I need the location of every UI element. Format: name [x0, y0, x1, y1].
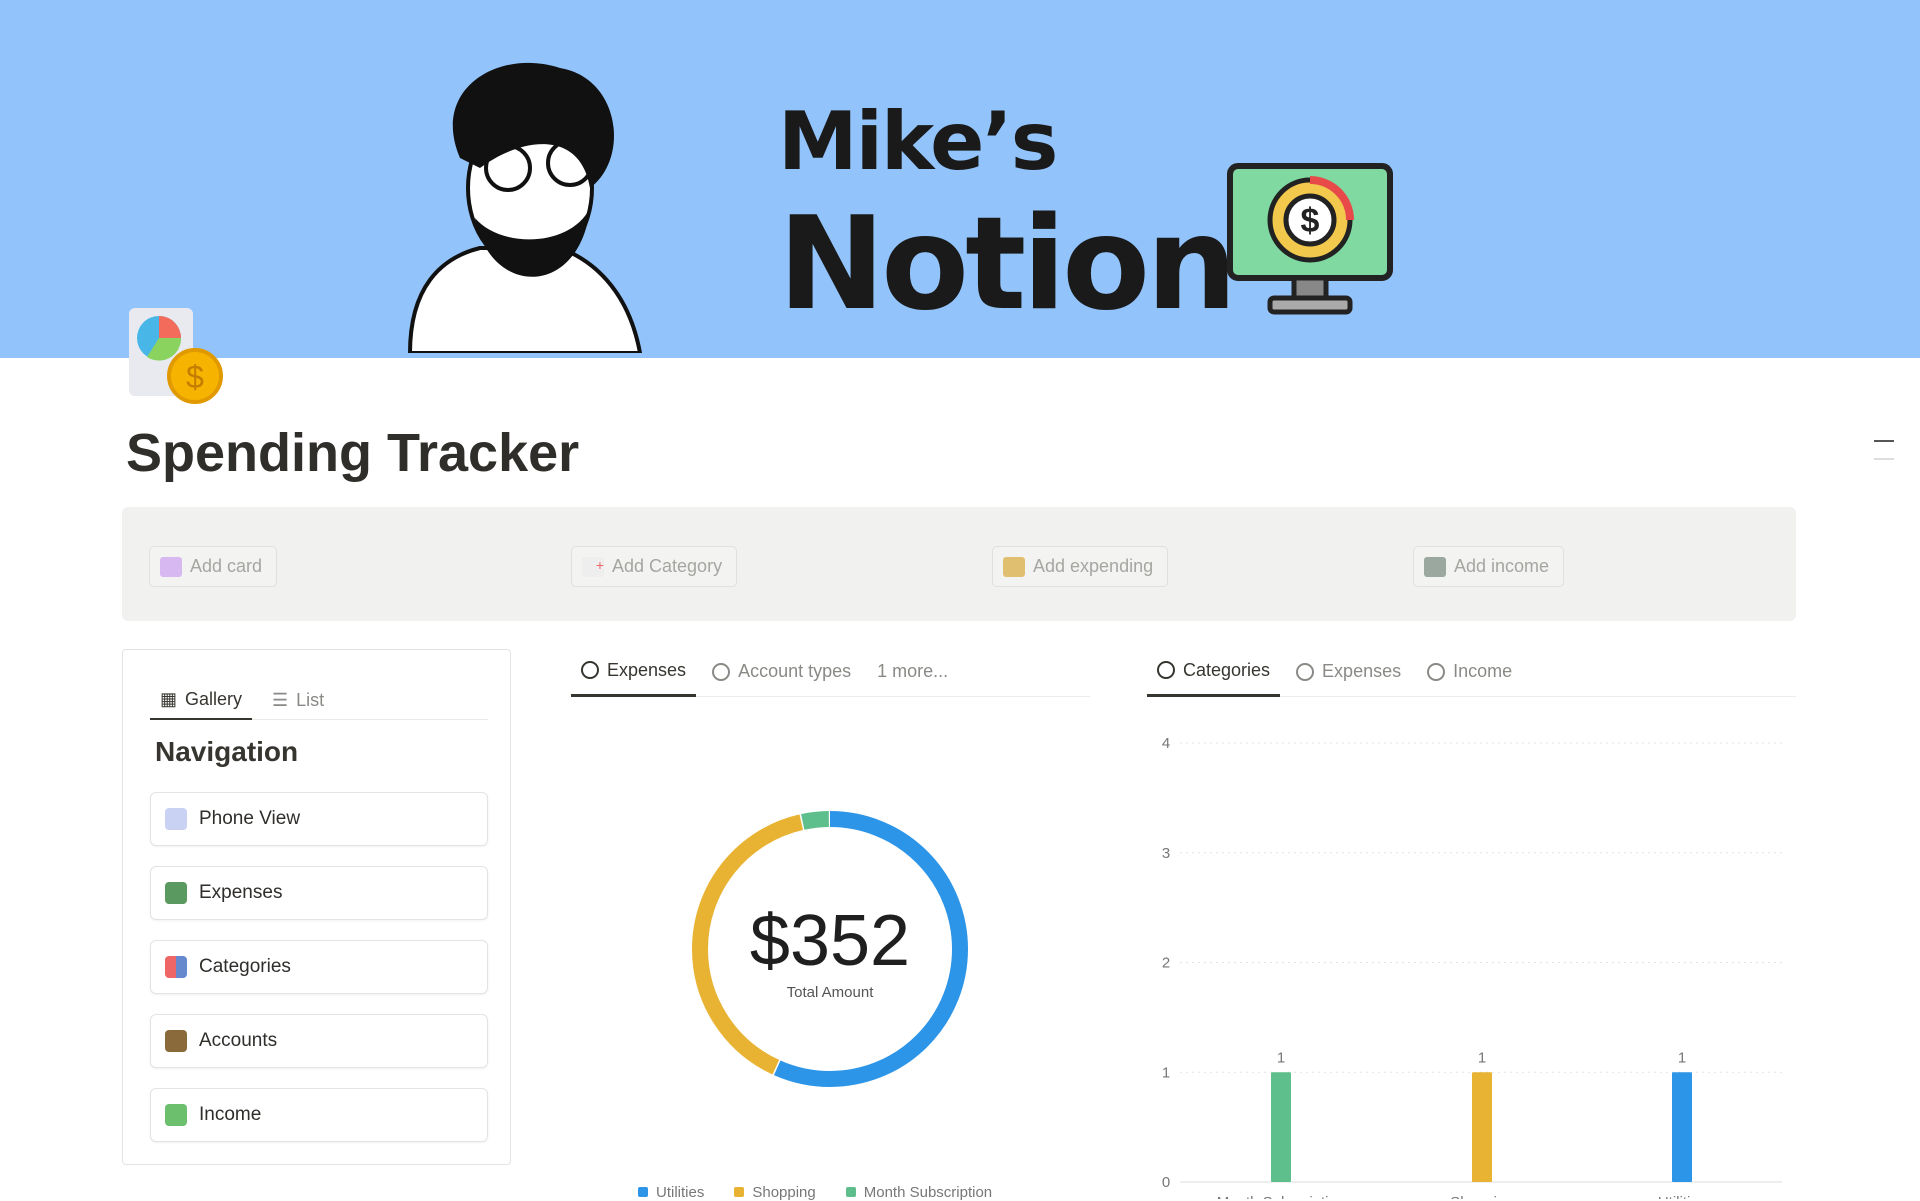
tab-expenses[interactable]: Expenses	[571, 646, 697, 697]
categories-bar-chart: 0 1 2 3 4 1 Month Subscription 1 Shopping 1 Utilit…	[1162, 735, 1782, 1199]
pie-chart-icon	[1157, 661, 1175, 679]
nav-label: Accounts	[199, 1030, 278, 1051]
nav-item-income[interactable]: Income	[150, 1088, 488, 1142]
legend-month-subscription[interactable]: Month Subscription	[845, 1184, 993, 1201]
svg-text:$: $	[186, 359, 204, 395]
tab-list[interactable]: ☰ List	[262, 680, 334, 720]
nav-item-categories[interactable]: Categories	[150, 940, 488, 994]
bar-utilities[interactable]	[1672, 1072, 1692, 1182]
nav-label: Expenses	[199, 882, 283, 903]
y-tick-label: 1	[1162, 1064, 1170, 1081]
pie-chart-icon	[1427, 662, 1446, 681]
tab-expenses-right[interactable]: Expenses	[1286, 646, 1411, 697]
list-icon: ☰	[272, 689, 289, 710]
legend-utilities[interactable]: Utilities	[638, 1184, 704, 1201]
navigation-heading: Navigation	[155, 736, 299, 767]
cover-banner: Mike’s Notion $	[0, 0, 1920, 358]
tab-label: Expenses	[1322, 661, 1402, 681]
banner-title-line2: Notion	[778, 190, 1237, 339]
pie-chart-icon	[581, 661, 599, 679]
categories-chart-tabs: Categories Expenses Income	[1147, 646, 1796, 697]
legend-label: Utilities	[656, 1184, 705, 1201]
y-tick-label: 3	[1162, 845, 1170, 862]
tab-label: Gallery	[185, 688, 243, 709]
x-tick-label: Month Subscription	[1217, 1194, 1345, 1199]
tab-gallery[interactable]: ▦ Gallery	[150, 680, 253, 720]
tab-categories[interactable]: Categories	[1147, 646, 1281, 697]
tab-label: Expenses	[607, 659, 687, 680]
tab-income[interactable]: Income	[1417, 646, 1522, 697]
y-tick-label: 4	[1162, 735, 1170, 752]
data-label: 1	[1678, 1049, 1686, 1066]
tab-more[interactable]: 1 more...	[867, 646, 958, 697]
tab-label: Account types	[738, 661, 852, 681]
add-card-button[interactable]: Add card	[149, 546, 278, 587]
y-tick-label: 2	[1162, 955, 1170, 972]
navigation-panel: ▦ Gallery ☰ List Navigation Phone View Exp…	[122, 649, 511, 1165]
expenses-chart-tabs: Expenses Account types 1 more...	[571, 646, 1090, 697]
nav-label: Phone View	[199, 808, 301, 829]
pie-chart-icon	[1296, 662, 1315, 681]
total-amount: $352	[749, 901, 911, 981]
tab-label: Categories	[1183, 659, 1271, 680]
phone-icon	[165, 808, 187, 830]
tab-account-types[interactable]: Account types	[702, 646, 861, 697]
expenses-icon	[165, 882, 187, 904]
add-expending-button[interactable]: Add expending	[992, 546, 1169, 587]
grid-icon: ▦	[160, 688, 178, 709]
add-category-button[interactable]: + Add Category	[571, 546, 738, 587]
donut-center: $352 Total Amount	[730, 900, 930, 1001]
quick-actions-bar: Add card + Add Category Add expending Add…	[122, 507, 1796, 621]
nav-item-accounts[interactable]: Accounts	[150, 1014, 488, 1068]
data-label: 1	[1478, 1049, 1486, 1066]
tab-label: 1 more...	[877, 661, 949, 681]
button-label: Add income	[1454, 556, 1550, 576]
shapes-icon	[165, 956, 187, 978]
tab-label: List	[296, 689, 325, 710]
page-icon: $	[129, 308, 223, 404]
bank-icon	[165, 1030, 187, 1052]
legend-shopping[interactable]: Shopping	[734, 1184, 816, 1201]
nav-item-expenses[interactable]: Expenses	[150, 866, 488, 920]
credit-card-icon	[160, 556, 182, 577]
y-tick-label: 0	[1162, 1174, 1170, 1191]
x-tick-label: Utilities	[1658, 1194, 1706, 1199]
nav-label: Income	[199, 1104, 262, 1125]
page-title: Spending Tracker	[126, 423, 580, 483]
button-label: Add Category	[612, 556, 723, 576]
add-income-button[interactable]: Add income	[1413, 546, 1565, 587]
pie-chart-icon	[712, 662, 731, 681]
tab-label: Income	[1453, 661, 1513, 681]
nav-item-phone-view[interactable]: Phone View	[150, 792, 488, 846]
table-of-contents-icon[interactable]	[1874, 440, 1894, 476]
income-icon	[165, 1104, 187, 1126]
avatar-illustration	[407, 62, 643, 353]
nav-label: Categories	[199, 956, 291, 977]
legend-label: Shopping	[752, 1184, 816, 1201]
banner-title-line1: Mike’s	[778, 95, 1058, 188]
monitor-dollar-icon: $	[1227, 163, 1393, 315]
total-amount-label: Total Amount	[786, 984, 874, 1001]
svg-text:$: $	[1301, 202, 1320, 240]
donut-legend: Utilities Shopping Month Subscription	[638, 1184, 992, 1201]
bar-shopping[interactable]	[1472, 1072, 1492, 1182]
data-label: 1	[1277, 1049, 1285, 1066]
cash-icon	[1424, 556, 1446, 577]
x-tick-label: Shopping	[1450, 1194, 1513, 1199]
button-label: Add card	[190, 556, 263, 576]
bar-month-subscription[interactable]	[1271, 1072, 1291, 1182]
button-label: Add expending	[1033, 556, 1154, 576]
receipt-icon	[1003, 556, 1025, 577]
legend-label: Month Subscription	[863, 1184, 993, 1201]
